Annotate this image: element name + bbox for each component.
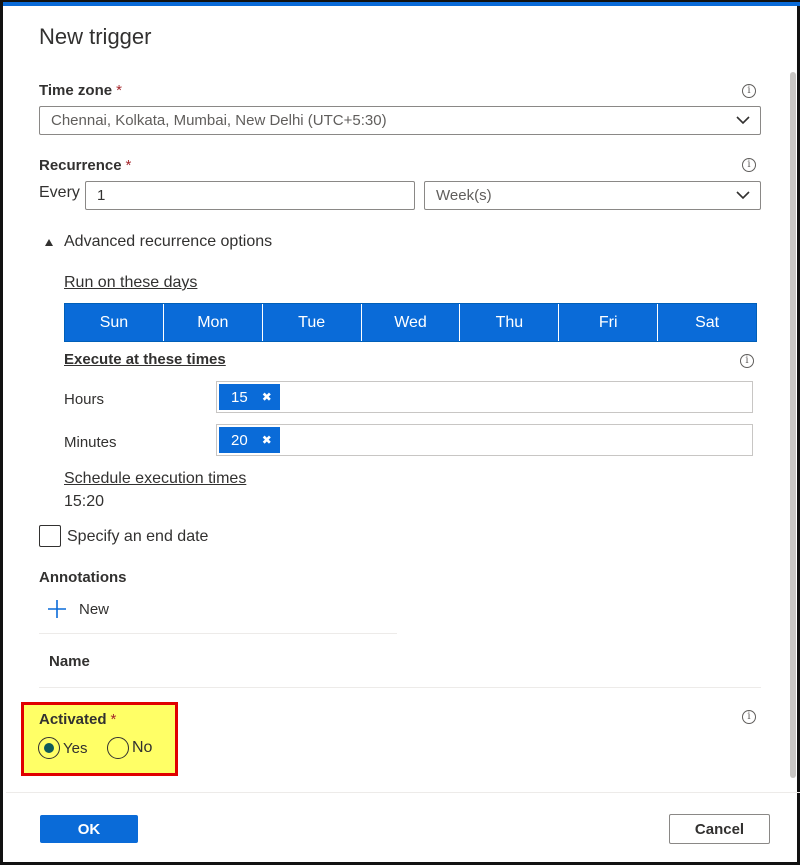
activated-label-text: Activated (39, 711, 107, 728)
minutes-label: Minutes (64, 434, 117, 451)
dialog-title: New trigger (39, 24, 152, 49)
annotations-divider (39, 633, 397, 634)
recurrence-unit-select[interactable]: Week(s) (424, 181, 761, 210)
cancel-button[interactable]: Cancel (669, 814, 770, 844)
weekday-selector: Sun Mon Tue Wed Thu Fri Sat (64, 303, 757, 342)
activated-yes-radio[interactable] (38, 737, 60, 759)
end-date-label: Specify an end date (67, 528, 209, 545)
required-mark: * (110, 711, 117, 728)
time-zone-info-icon[interactable]: i (742, 84, 756, 98)
time-zone-label: Time zone * (39, 82, 122, 99)
plus-icon (48, 600, 66, 618)
day-mon-button[interactable]: Mon (164, 304, 263, 341)
end-date-checkbox[interactable] (39, 525, 61, 547)
chevron-down-icon (736, 115, 750, 124)
dialog-scrollbar[interactable] (790, 72, 796, 778)
advanced-recurrence-toggle[interactable]: Advanced recurrence options (44, 233, 272, 251)
activated-label: Activated * (39, 711, 116, 728)
required-mark: * (125, 157, 132, 174)
hours-input[interactable]: 15 ✖ (216, 381, 753, 413)
minutes-input[interactable]: 20 ✖ (216, 424, 753, 456)
day-thu-button[interactable]: Thu (460, 304, 560, 341)
advanced-recurrence-label: Advanced recurrence options (64, 233, 273, 250)
time-zone-select[interactable]: Chennai, Kolkata, Mumbai, New Delhi (UTC… (39, 106, 761, 135)
time-zone-label-text: Time zone (39, 82, 113, 99)
hours-label: Hours (64, 391, 105, 408)
annotations-name-column-header: Name (49, 653, 90, 670)
day-sun-button[interactable]: Sun (65, 304, 164, 341)
ok-button[interactable]: OK (40, 815, 138, 843)
hours-chip-value: 15 (231, 388, 248, 406)
activated-yes-radio-option[interactable]: Yes (38, 737, 87, 759)
recurrence-unit-value: Week(s) (436, 187, 492, 204)
day-tue-button[interactable]: Tue (263, 304, 362, 341)
annotations-label: Annotations (39, 569, 127, 586)
execute-at-these-times-link[interactable]: Execute at these times (64, 351, 226, 368)
day-fri-button[interactable]: Fri (559, 304, 659, 341)
footer-divider (6, 792, 800, 793)
recurrence-interval-input[interactable]: 1 (85, 181, 415, 210)
chevron-down-icon (736, 190, 750, 199)
remove-chip-icon[interactable]: ✖ (262, 433, 272, 447)
activated-no-radio-option[interactable]: No (107, 737, 152, 759)
new-trigger-dialog: New trigger Time zone * i Chennai, Kolkat… (0, 0, 800, 865)
add-annotation-label: New (79, 600, 110, 618)
annotations-table-divider (39, 687, 761, 688)
dialog-accent-bar (3, 2, 800, 6)
collapse-triangle-icon (45, 239, 53, 246)
day-wed-button[interactable]: Wed (362, 304, 461, 341)
activated-yes-label: Yes (63, 739, 88, 757)
recurrence-label-text: Recurrence (39, 157, 122, 174)
minutes-chip-value: 20 (231, 431, 248, 449)
run-on-these-days-link[interactable]: Run on these days (64, 274, 197, 292)
recurrence-info-icon[interactable]: i (742, 158, 756, 172)
day-sat-button[interactable]: Sat (658, 304, 756, 341)
required-mark: * (116, 82, 122, 99)
schedule-execution-times-link[interactable]: Schedule execution times (64, 470, 246, 488)
remove-chip-icon[interactable]: ✖ (262, 390, 272, 404)
recurrence-label: Recurrence * (39, 157, 131, 174)
time-zone-value: Chennai, Kolkata, Mumbai, New Delhi (UTC… (51, 112, 387, 129)
hours-chip: 15 ✖ (219, 384, 280, 410)
activated-no-label: No (132, 739, 153, 756)
activated-no-radio[interactable] (107, 737, 129, 759)
add-annotation-button[interactable]: New (47, 599, 109, 619)
activated-info-icon[interactable]: i (742, 710, 756, 724)
minutes-chip: 20 ✖ (219, 427, 280, 453)
execute-times-info-icon[interactable]: i (740, 354, 754, 368)
schedule-execution-time-value: 15:20 (64, 493, 105, 510)
every-label: Every (39, 184, 80, 201)
